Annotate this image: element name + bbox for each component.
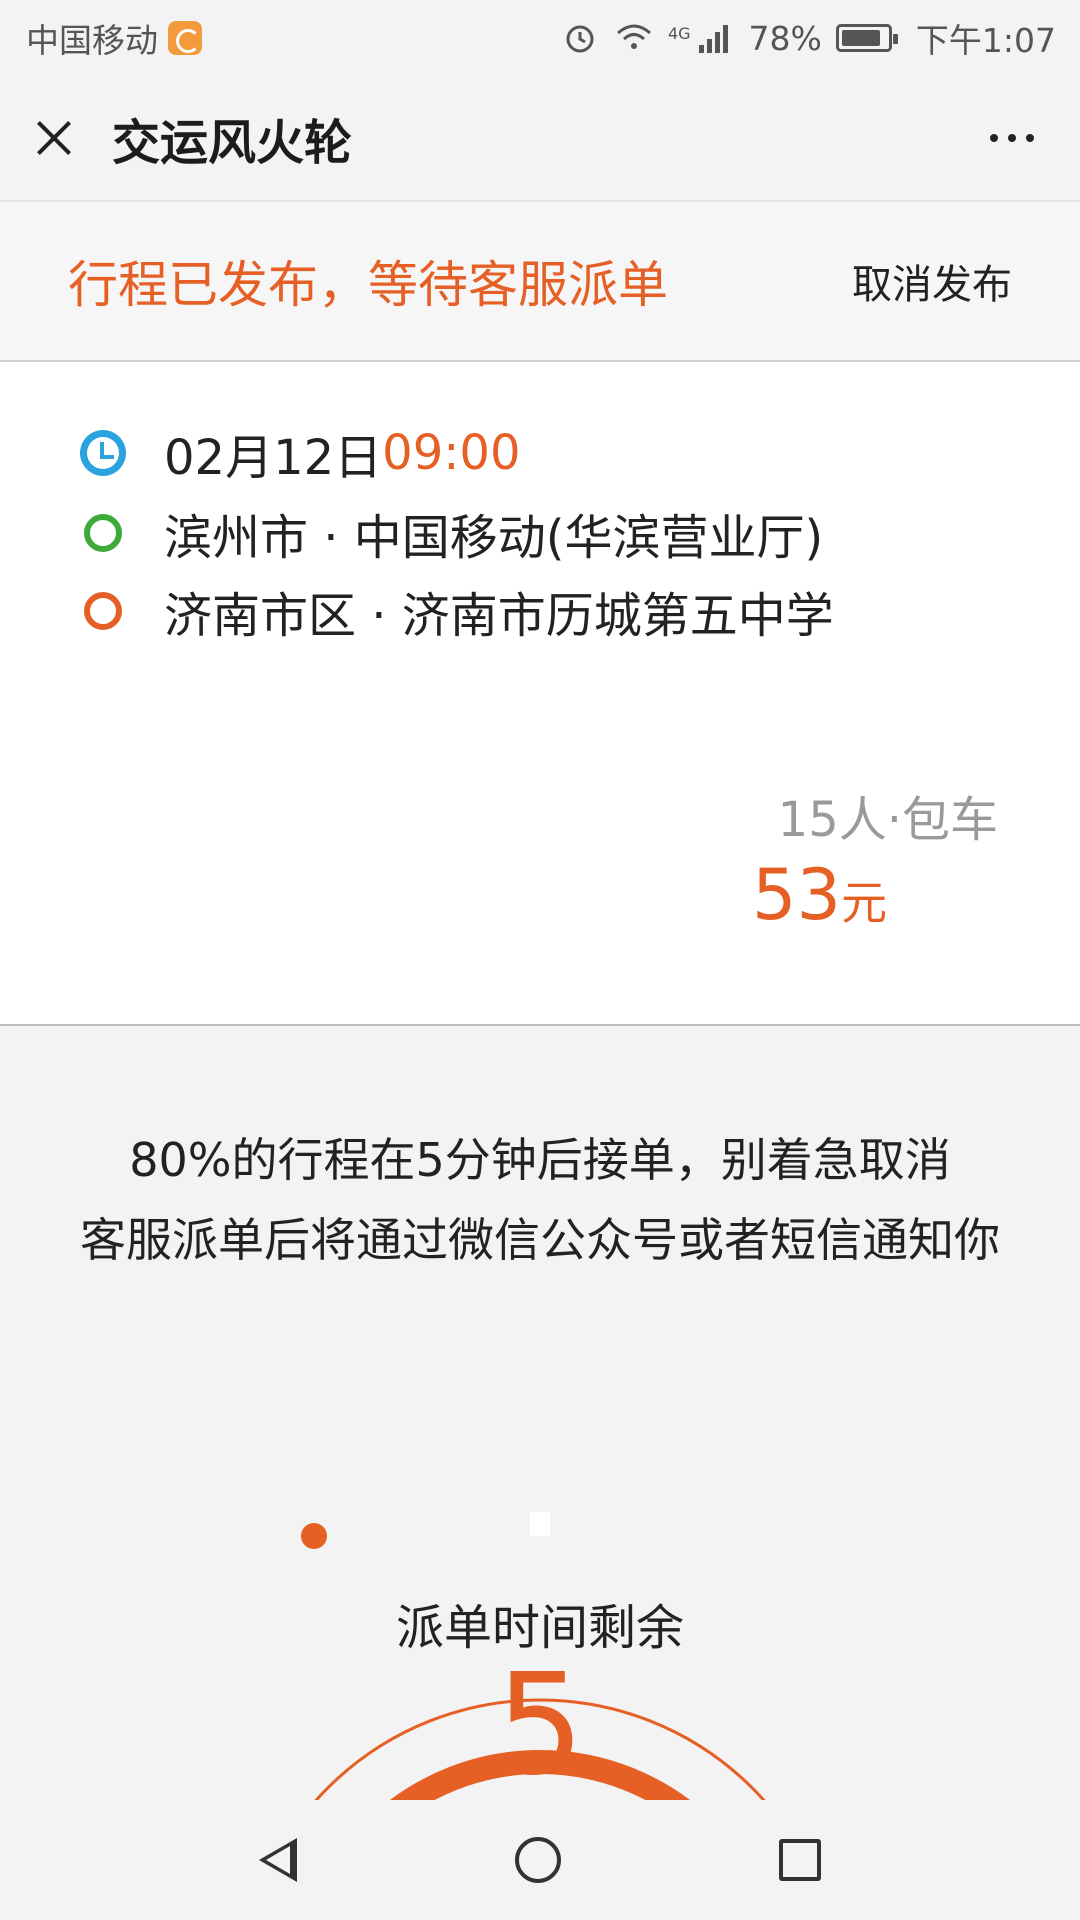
network-type: 4G: [667, 24, 691, 43]
destination-dot-icon: [84, 592, 122, 630]
system-nav-bar: [0, 1800, 1080, 1920]
trip-time: 09:00: [382, 425, 521, 481]
nav-header: 交运风火轮: [0, 76, 1080, 200]
alarm-icon: [566, 25, 594, 53]
recent-apps-icon[interactable]: [779, 1839, 821, 1881]
trip-time-row: 02月12日 09:00: [80, 418, 521, 488]
status-right: 4G 78% 下午1:07: [560, 14, 1056, 62]
more-dot: [1008, 134, 1016, 142]
trip-origin-row: 滨州市 · 中国移动(华滨营业厅): [80, 498, 823, 568]
battery-icon: [835, 24, 898, 52]
battery-percent: 78%: [748, 18, 822, 58]
status-left: 中国移动: [26, 14, 202, 62]
clock-icon: [80, 430, 126, 476]
trip-card: 02月12日 09:00 滨州市 · 中国移动(华滨营业厅) 济南市区 · 济南市…: [0, 362, 1080, 1026]
info-line-1: 80%的行程在5分钟后接单，别着急取消: [129, 1133, 951, 1187]
countdown-value: 5: [495, 1644, 585, 1800]
origin-dot-icon: [84, 514, 122, 552]
trip-destination-row: 济南市区 · 济南市历城第五中学: [80, 576, 834, 646]
wifi-icon: [616, 24, 651, 49]
signal-icon: [698, 25, 728, 53]
home-icon[interactable]: [515, 1837, 561, 1883]
more-dot: [1026, 134, 1034, 142]
cancel-publish-button[interactable]: 取消发布: [852, 252, 1012, 310]
trip-origin: 滨州市 · 中国移动(华滨营业厅): [164, 510, 824, 566]
info-line-2: 客服派单后将通过微信公众号或者短信通知你: [80, 1213, 1000, 1267]
uc-app-icon: [168, 21, 202, 55]
more-options-icon[interactable]: [990, 134, 1056, 142]
progress-dot: [301, 1523, 327, 1549]
carrier-name: 中国移动: [26, 21, 158, 60]
status-banner: 行程已发布，等待客服派单 取消发布: [0, 200, 1080, 362]
status-bar: 中国移动 4G 78% 下午1:07: [0, 0, 1080, 76]
more-dot: [990, 134, 998, 142]
trip-destination: 济南市区 · 济南市历城第五中学: [164, 588, 834, 644]
trip-status-text: 行程已发布，等待客服派单: [68, 256, 668, 314]
clock-time: 下午1:07: [915, 21, 1056, 60]
countdown-dial: 派单时间剩余 5: [0, 1400, 1080, 1800]
page-title: 交运风火轮: [112, 115, 353, 171]
back-icon[interactable]: [259, 1838, 297, 1882]
ring-marker: [530, 1512, 550, 1536]
price-unit: 元: [841, 876, 888, 930]
close-icon[interactable]: [30, 114, 78, 162]
passenger-count: 15人·包车: [777, 792, 998, 848]
trip-price: 53元: [752, 854, 887, 936]
trip-date: 02月12日: [164, 430, 383, 486]
info-text: 80%的行程在5分钟后接单，别着急取消 客服派单后将通过微信公众号或者短信通知你: [0, 1120, 1080, 1280]
price-amount: 53: [752, 854, 842, 936]
